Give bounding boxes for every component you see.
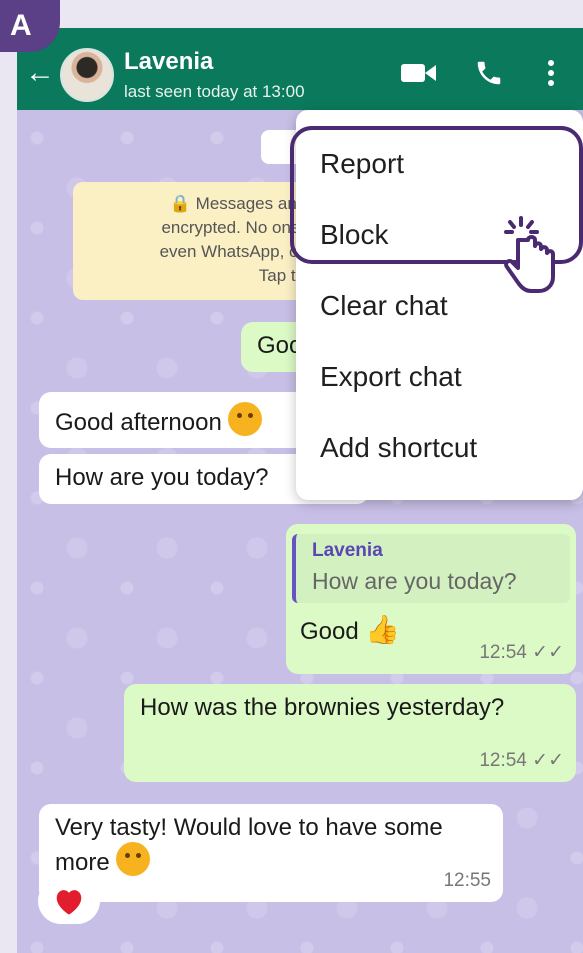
quoted-message[interactable]: Lavenia How are you today?	[292, 534, 570, 603]
message-bubble-in[interactable]: Very tasty! Would love to have some more…	[39, 804, 503, 902]
message-text: Very tasty! Would love to have some more	[55, 814, 443, 876]
contact-name[interactable]: Lavenia	[124, 48, 213, 76]
reply-message-bubble[interactable]: Lavenia How are you today? Good 👍 12:54 …	[286, 524, 576, 674]
quoted-text: How are you today?	[312, 568, 517, 594]
message-text: How are you today?	[55, 464, 269, 491]
menu-item-report[interactable]: Report	[320, 148, 404, 180]
video-call-icon[interactable]	[401, 58, 437, 88]
menu-item-add-shortcut[interactable]: Add shortcut	[320, 432, 477, 464]
menu-item-clear-chat[interactable]: Clear chat	[320, 290, 448, 322]
avatar[interactable]	[60, 48, 114, 102]
overflow-menu: Report Block Clear chat Export chat Add …	[296, 110, 583, 500]
message-bubble-in[interactable]: Good afternoon	[39, 392, 339, 448]
menu-item-export-chat[interactable]: Export chat	[320, 361, 462, 393]
more-options-icon[interactable]	[543, 58, 559, 88]
smile-emoji-icon	[116, 842, 151, 876]
message-time: 12:54 ✓✓	[479, 642, 564, 663]
reaction-chip[interactable]	[38, 878, 100, 924]
thumbs-up-icon: 👍	[365, 614, 401, 645]
chat-header: ← Lavenia last seen today at 13:00	[17, 28, 583, 110]
voice-call-icon[interactable]	[472, 58, 506, 88]
message-text: How was the brownies yesterday?	[140, 694, 505, 721]
smile-emoji-icon	[228, 402, 263, 436]
last-seen-status: last seen today at 13:00	[124, 82, 305, 101]
quoted-sender: Lavenia	[312, 540, 383, 561]
message-time: 12:55	[443, 870, 491, 891]
message-time: 12:54 ✓✓	[479, 750, 564, 771]
back-arrow-icon[interactable]: ←	[25, 58, 55, 88]
tap-hand-icon	[504, 216, 555, 293]
heart-icon	[56, 890, 82, 915]
menu-item-block[interactable]: Block	[320, 219, 388, 251]
message-text: Good afternoon	[55, 409, 222, 436]
step-badge-label: A	[10, 9, 32, 42]
message-bubble-out[interactable]: How was the brownies yesterday? 12:54 ✓✓	[124, 684, 576, 782]
message-text: Good	[300, 618, 359, 645]
